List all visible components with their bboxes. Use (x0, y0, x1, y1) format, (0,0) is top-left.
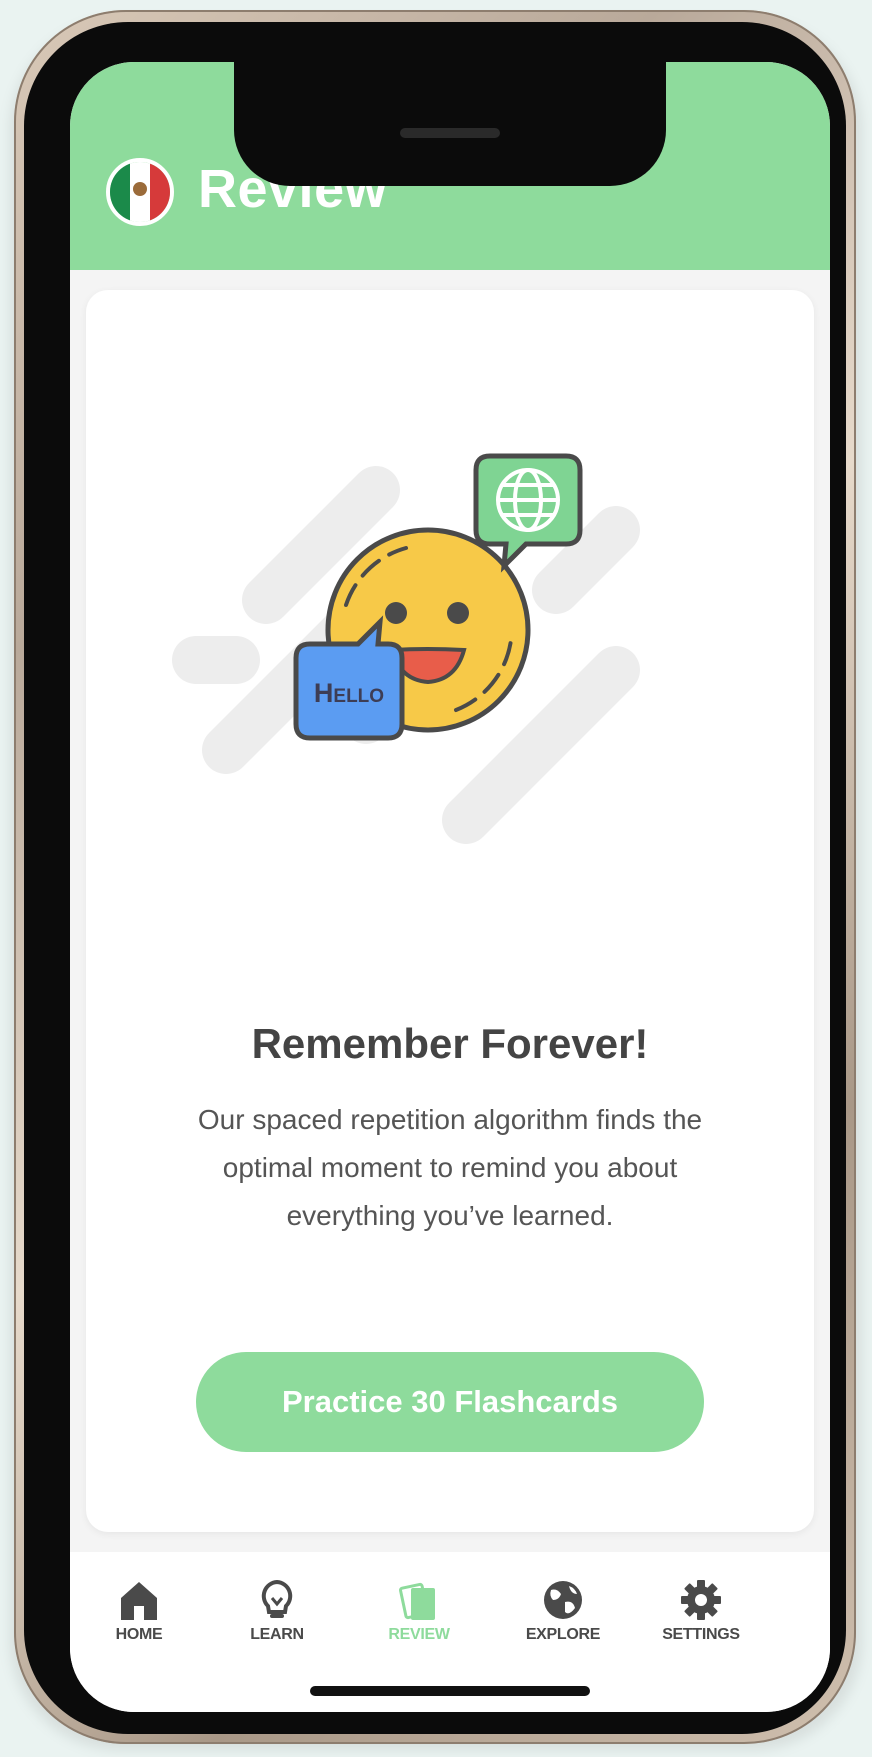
card-heading: Remember Forever! (251, 1020, 649, 1067)
tab-home[interactable]: HOME (74, 1578, 204, 1658)
tab-review[interactable]: REVIEW (354, 1578, 484, 1658)
bottom-tab-bar: HOME LEARN REVIEW EXPLORE SETTINGS (70, 1552, 830, 1712)
gear-icon (681, 1580, 721, 1620)
home-icon (121, 1582, 157, 1620)
card-description-line: everything you’ve learned. (286, 1200, 614, 1231)
tab-explore[interactable]: EXPLORE (498, 1578, 628, 1658)
tab-settings[interactable]: SETTINGS (636, 1578, 766, 1658)
card-description-line: Our spaced repetition algorithm finds th… (197, 1104, 703, 1135)
tab-review-label: REVIEW (388, 1626, 450, 1643)
tab-learn-label: LEARN (250, 1626, 304, 1643)
phone-notch (234, 62, 666, 186)
hello-bubble-text: Hello (314, 678, 384, 708)
tab-learn[interactable]: LEARN (212, 1578, 342, 1658)
globe-icon (544, 1581, 582, 1619)
review-card: Hello Remember Forever! Our spaced repet… (86, 290, 814, 1532)
speaker-grille (400, 128, 500, 138)
tab-home-label: HOME (115, 1626, 163, 1643)
practice-flashcards-button[interactable]: Practice 30 Flashcards (196, 1352, 704, 1452)
card-description: Our spaced repetition algorithm finds th… (126, 1096, 774, 1240)
flashcards-icon (398, 1582, 435, 1620)
tab-settings-label: SETTINGS (662, 1626, 740, 1643)
phone-screen: Review Hello Remember Forever! Our space… (70, 62, 830, 1712)
lightbulb-icon (261, 1579, 293, 1618)
mexico-flag-icon[interactable] (106, 158, 174, 226)
home-indicator[interactable] (310, 1686, 590, 1696)
review-illustration: Hello (172, 453, 640, 844)
tab-explore-label: EXPLORE (525, 1626, 601, 1643)
card-description-line: optimal moment to remind you about (222, 1152, 678, 1183)
